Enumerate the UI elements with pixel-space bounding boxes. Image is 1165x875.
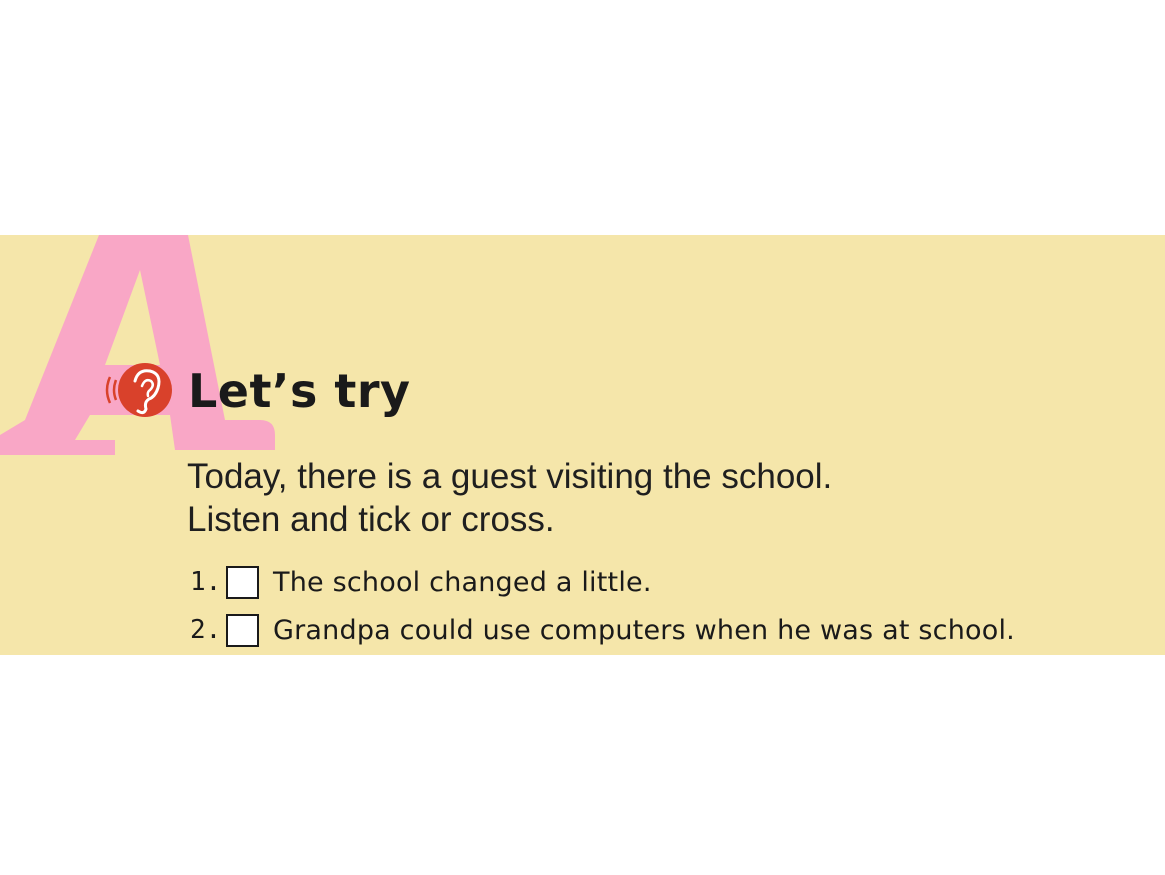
page: Let’s try Today, there is a guest visiti… <box>0 0 1165 875</box>
instructions: Today, there is a guest visiting the sch… <box>187 455 832 541</box>
instruction-line: Listen and tick or cross. <box>187 500 555 539</box>
section-letter-a-icon <box>0 235 275 455</box>
section-title: Let’s try <box>188 364 411 418</box>
list-item: 2. Grandpa could use computers when he w… <box>190 606 1015 654</box>
item-number: 2. <box>190 615 222 645</box>
list-item: 1. The school changed a little. <box>190 558 1015 606</box>
item-number: 1. <box>190 567 222 597</box>
item-statement: Grandpa could use computers when he was … <box>273 614 1015 646</box>
answer-checkbox[interactable] <box>226 613 259 647</box>
item-statement: The school changed a little. <box>273 566 652 598</box>
instruction-line: Today, there is a guest visiting the sch… <box>187 457 833 496</box>
answer-checkbox[interactable] <box>226 565 259 599</box>
activity-band: Let’s try Today, there is a guest visiti… <box>0 235 1165 655</box>
listening-ear-icon <box>105 363 172 417</box>
exercise-list: 1. The school changed a little. 2. Grand… <box>190 558 1015 654</box>
